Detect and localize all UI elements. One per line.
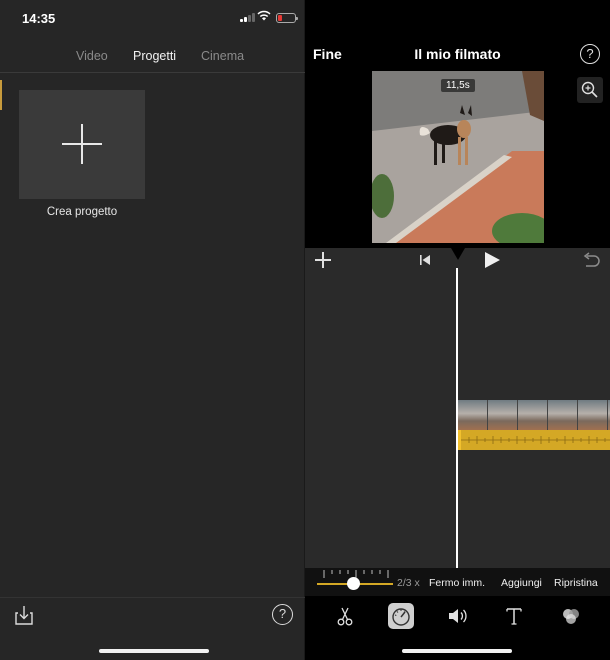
audio-waveform: [461, 436, 610, 444]
tabs-divider: [0, 72, 305, 73]
play-icon[interactable]: [483, 251, 501, 269]
clip-frame: [578, 400, 608, 430]
clip-frame: [548, 400, 578, 430]
clip-frame: [458, 400, 488, 430]
help-icon[interactable]: ?: [580, 44, 600, 64]
reset-speed-button[interactable]: Ripristina: [554, 577, 598, 589]
editor-screen: Fine Il mio filmato ? 11,5s 2/3 x Fermo …: [305, 0, 610, 660]
tab-projects[interactable]: Progetti: [133, 49, 176, 63]
scissors-icon[interactable]: [332, 603, 358, 629]
speed-value: 2/3 x: [397, 577, 420, 589]
status-bar: 14:35: [0, 0, 305, 36]
create-project-label: Crea progetto: [46, 206, 118, 218]
clip-frame: [518, 400, 548, 430]
tab-video[interactable]: Video: [76, 49, 108, 63]
edge-accent: [0, 80, 2, 110]
clip-thumbnails: [458, 400, 610, 430]
dog-video-frame: [372, 71, 544, 243]
add-media-button[interactable]: [315, 252, 331, 268]
cellular-signal-icon: [240, 13, 255, 22]
skip-to-start-icon[interactable]: [418, 253, 432, 267]
tab-cinema[interactable]: Cinema: [201, 49, 244, 63]
freeze-frame-button[interactable]: Fermo imm.: [429, 577, 485, 589]
create-project-button[interactable]: [19, 90, 145, 199]
editing-toolbar: [305, 596, 610, 636]
volume-icon[interactable]: [444, 603, 470, 629]
clip-duration-badge: 11,5s: [441, 79, 475, 92]
battery-icon: [276, 13, 298, 23]
timeline-clip[interactable]: [458, 400, 610, 450]
import-icon[interactable]: [13, 604, 35, 626]
add-speed-button[interactable]: Aggiungi: [501, 577, 542, 589]
clip-frame: [488, 400, 518, 430]
media-tabs: Video Progetti Cinema: [0, 46, 305, 68]
wifi-icon: [257, 10, 271, 21]
editor-header: Fine Il mio filmato ? 11,5s: [305, 0, 610, 248]
home-indicator: [402, 649, 512, 653]
help-icon[interactable]: ?: [272, 604, 293, 625]
projects-screen: 14:35 Video Progetti Cinema Crea progett…: [0, 0, 305, 660]
zoom-button[interactable]: [577, 77, 603, 103]
video-preview[interactable]: 11,5s: [372, 71, 544, 243]
title-icon[interactable]: [501, 603, 527, 629]
filters-icon[interactable]: [558, 603, 584, 629]
movie-title: Il mio filmato: [414, 46, 501, 62]
home-indicator: [99, 649, 209, 653]
timeline[interactable]: [305, 248, 610, 568]
status-time: 14:35: [22, 11, 56, 26]
clip-audio-track: [458, 430, 610, 450]
playhead-notch: [451, 248, 465, 260]
speed-controls: 2/3 x Fermo imm. Aggiungi Ripristina: [305, 568, 610, 596]
footer-divider: [0, 597, 305, 598]
speed-slider-knob[interactable]: [347, 577, 360, 590]
undo-icon[interactable]: [582, 252, 600, 268]
plus-icon: [62, 124, 102, 164]
playhead[interactable]: [456, 268, 458, 568]
speedometer-icon[interactable]: [388, 603, 414, 629]
zoom-in-icon: [581, 81, 598, 98]
